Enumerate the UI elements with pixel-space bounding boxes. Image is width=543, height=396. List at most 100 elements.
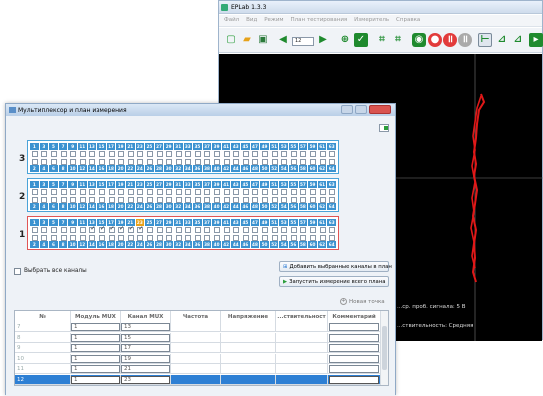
table-cell[interactable]: 17 (121, 343, 171, 353)
channel-checkbox[interactable] (116, 196, 126, 203)
channel-checkbox[interactable] (260, 150, 270, 157)
channel-checkbox[interactable] (251, 234, 261, 241)
channel-checkbox[interactable] (289, 234, 299, 241)
channel-checkbox[interactable] (59, 226, 69, 233)
table-scrollbar[interactable] (380, 311, 388, 385)
comment-input[interactable] (329, 333, 379, 342)
channel-checkbox[interactable] (318, 226, 328, 233)
new-file-icon[interactable]: ▢ (224, 33, 238, 47)
channel-checkbox[interactable] (68, 196, 78, 203)
channel-checkbox[interactable] (289, 226, 299, 233)
channel-checkbox[interactable] (184, 188, 194, 195)
channel-checkbox[interactable] (212, 196, 222, 203)
channel-checkbox[interactable] (174, 158, 184, 165)
channel-checkbox[interactable] (327, 188, 337, 195)
col-mux-module[interactable]: Модуль MUX (71, 311, 121, 322)
channel-checkbox[interactable] (78, 158, 88, 165)
channel-checkbox[interactable] (318, 196, 328, 203)
channel-checkbox[interactable] (97, 188, 107, 195)
channel-checkbox[interactable] (164, 196, 174, 203)
col-frequency[interactable]: Частота (171, 311, 221, 322)
channel-checkbox[interactable] (78, 226, 88, 233)
module-input[interactable]: 1 (71, 323, 120, 331)
channel-checkbox[interactable] (231, 158, 241, 165)
channel-checkbox[interactable] (327, 150, 337, 157)
channel-checkbox[interactable] (49, 150, 59, 157)
menu-view[interactable]: Вид (246, 17, 257, 23)
channel-checkbox[interactable] (155, 188, 165, 195)
maximize-button[interactable] (355, 105, 367, 114)
channel-checkbox[interactable] (30, 226, 40, 233)
channel-checkbox[interactable] (299, 188, 309, 195)
channel-checkbox[interactable] (289, 188, 299, 195)
table-cell[interactable] (328, 343, 381, 353)
channel-checkbox[interactable] (78, 150, 88, 157)
channel-checkbox[interactable] (155, 234, 165, 241)
channel-checkbox[interactable] (49, 234, 59, 241)
channel-checkbox[interactable] (184, 196, 194, 203)
channel-checkbox[interactable] (308, 196, 318, 203)
channel-checkbox[interactable] (241, 150, 251, 157)
table-cell[interactable] (328, 364, 381, 374)
channel-checkbox[interactable] (327, 234, 337, 241)
module-input[interactable]: 1 (71, 375, 120, 384)
channel-checkbox[interactable] (231, 226, 241, 233)
channel-checkbox[interactable] (222, 226, 232, 233)
select-all-checkbox[interactable] (14, 268, 21, 275)
table-cell[interactable]: 19 (121, 353, 171, 364)
channel-checkbox[interactable] (193, 234, 203, 241)
menu-file[interactable]: Файл (224, 17, 239, 23)
channel-checkbox[interactable] (308, 234, 318, 241)
channel-checkbox[interactable] (107, 225, 117, 233)
channel-checkbox[interactable] (270, 226, 280, 233)
table-cell[interactable] (328, 332, 381, 343)
channel-checkbox[interactable] (260, 196, 270, 203)
channel-checkbox[interactable] (289, 158, 299, 165)
table-cell[interactable]: 8 (15, 332, 71, 343)
save-icon[interactable]: ▣ (256, 33, 270, 47)
channel-input[interactable]: 23 (121, 375, 170, 384)
channel-checkbox[interactable] (222, 150, 232, 157)
record-icon[interactable]: ● (428, 33, 442, 47)
channel-checkbox[interactable] (193, 188, 203, 195)
table-cell[interactable]: 1 (71, 353, 121, 364)
channel-checkbox[interactable] (203, 226, 213, 233)
channel-checkbox[interactable] (299, 158, 309, 165)
channel-checkbox[interactable] (136, 196, 146, 203)
module-input[interactable]: 1 (71, 333, 120, 342)
channel-checkbox[interactable] (78, 234, 88, 241)
channel-checkbox[interactable] (222, 158, 232, 165)
channel-checkbox[interactable] (88, 225, 98, 233)
table-cell[interactable]: 1 (71, 322, 121, 332)
channel-checkbox[interactable] (107, 234, 117, 241)
channel-checkbox[interactable] (308, 150, 318, 157)
channel-checkbox[interactable] (145, 150, 155, 157)
table-cell[interactable]: 23 (121, 374, 171, 385)
channel-checkbox[interactable] (212, 188, 222, 195)
comment-input[interactable] (329, 365, 379, 373)
menu-meter[interactable]: Измеритель (354, 17, 389, 23)
channel-checkbox[interactable] (49, 196, 59, 203)
channel-checkbox[interactable] (318, 188, 328, 195)
camera-icon[interactable]: ◉ (412, 33, 426, 47)
channel-checkbox[interactable] (40, 234, 50, 241)
table-cell[interactable] (328, 374, 381, 385)
table-row[interactable]: 12 1 23 (15, 374, 381, 385)
channel-checkbox[interactable] (40, 196, 50, 203)
table-cell[interactable] (221, 364, 276, 374)
channel-checkbox[interactable] (318, 158, 328, 165)
channel-checkbox[interactable] (97, 158, 107, 165)
channel-checkbox[interactable] (126, 188, 136, 195)
channel-checkbox[interactable] (174, 196, 184, 203)
channel-checkbox[interactable] (88, 150, 98, 157)
channel-input[interactable]: 17 (121, 344, 170, 352)
channel-checkbox[interactable] (174, 150, 184, 157)
channel-checkbox[interactable] (68, 234, 78, 241)
channel-checkbox[interactable] (30, 150, 40, 157)
channel-checkbox[interactable] (299, 234, 309, 241)
channel-input[interactable]: 21 (121, 365, 170, 373)
table-cell[interactable] (276, 322, 328, 332)
col-voltage[interactable]: Напряжение (221, 311, 276, 322)
channel-checkbox[interactable] (107, 150, 117, 157)
channel-checkbox[interactable] (68, 188, 78, 195)
